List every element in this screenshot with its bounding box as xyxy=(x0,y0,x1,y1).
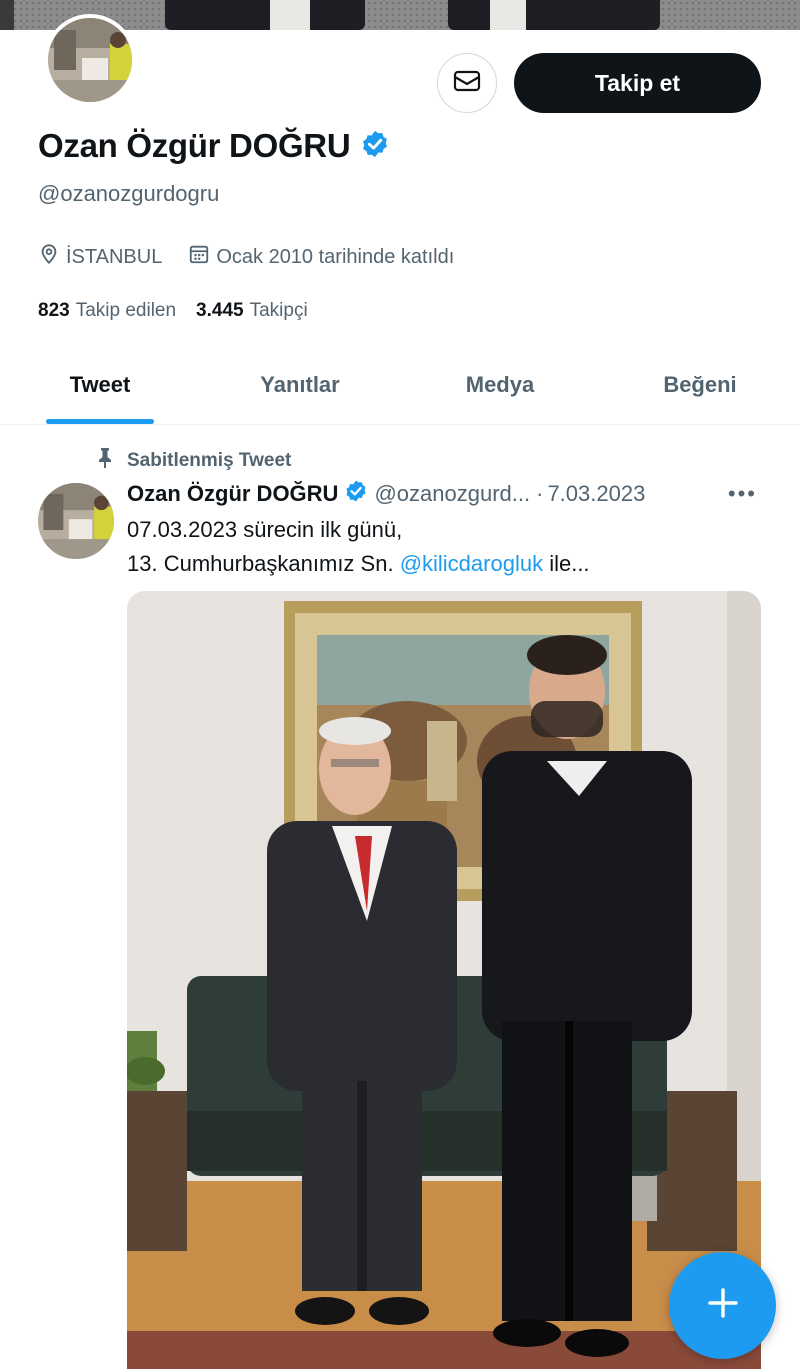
tab-likes[interactable]: Beğeni xyxy=(600,345,800,424)
tab-replies[interactable]: Yanıtlar xyxy=(200,345,400,424)
follow-counts: 823 Takip edilen 3.445 Takipçi xyxy=(38,300,328,322)
location-item: İSTANBUL xyxy=(38,243,162,271)
tweet-text: 07.03.2023 sürecin ilk günü, 13. Cumhurb… xyxy=(127,513,767,581)
followers-link[interactable]: 3.445 Takipçi xyxy=(196,300,308,322)
tweet-author-name[interactable]: Ozan Özgür DOĞRU xyxy=(127,481,338,507)
tweet-line-2: 13. Cumhurbaşkanımız Sn. @kilicdarogluk … xyxy=(127,547,767,581)
tab-replies-label: Yanıtlar xyxy=(260,371,340,397)
following-label: Takip edilen xyxy=(75,300,177,321)
profile-handle: @ozanozgurdogru xyxy=(38,181,220,206)
follow-button[interactable]: Takip et xyxy=(514,53,761,113)
pinned-label: Sabitlenmiş Tweet xyxy=(127,450,292,471)
tweet-header: Ozan Özgür DOĞRU @ozanozgurd... · 7.03.2… xyxy=(127,479,767,509)
mention-link[interactable]: @kilicdarogluk xyxy=(400,551,543,576)
tab-tweet-label: Tweet xyxy=(69,371,131,397)
more-options-icon[interactable]: ••• xyxy=(728,481,767,507)
tweet-line-2-prefix: 13. Cumhurbaşkanımız Sn. xyxy=(127,551,400,576)
tab-media[interactable]: Medya xyxy=(400,345,600,424)
plus-icon xyxy=(705,1285,741,1326)
envelope-icon xyxy=(453,69,481,98)
profile-avatar[interactable] xyxy=(44,14,136,106)
active-tab-indicator xyxy=(46,419,154,424)
tweet-author-handle: @ozanozgurd... xyxy=(374,481,531,506)
tweet-line-1: 07.03.2023 sürecin ilk günü, xyxy=(127,517,403,542)
tweet-photo[interactable] xyxy=(127,591,761,1369)
pin-icon xyxy=(95,447,115,475)
following-link[interactable]: 823 Takip edilen xyxy=(38,300,176,322)
compose-tweet-button[interactable] xyxy=(669,1252,776,1359)
calendar-icon xyxy=(188,243,210,271)
tweet-line-2-suffix: ile... xyxy=(543,551,590,576)
tweet-author-avatar[interactable] xyxy=(38,483,114,559)
following-count: 823 xyxy=(38,300,70,321)
verified-badge-icon[interactable] xyxy=(360,129,390,164)
tab-tweet[interactable]: Tweet xyxy=(0,345,200,424)
location-text: İSTANBUL xyxy=(66,245,163,268)
tweet-separator: · xyxy=(536,481,544,506)
followers-label: Takipçi xyxy=(249,300,308,321)
profile-meta: İSTANBUL Ocak 2010 tarihinde katıldı xyxy=(38,243,480,271)
joined-item: Ocak 2010 tarihinde katıldı xyxy=(188,243,454,271)
followers-count: 3.445 xyxy=(196,300,244,321)
profile-name: Ozan Özgür DOĞRU xyxy=(38,127,351,164)
tab-likes-label: Beğeni xyxy=(663,371,737,397)
pinned-indicator: Sabitlenmiş Tweet xyxy=(95,447,291,475)
message-button[interactable] xyxy=(437,53,497,113)
joined-text: Ocak 2010 tarihinde katıldı xyxy=(216,245,455,268)
tweet-date[interactable]: 7.03.2023 xyxy=(547,481,645,507)
verified-badge-icon[interactable] xyxy=(344,479,368,509)
profile-tabs: Tweet Yanıtlar Medya Beğeni xyxy=(0,345,800,425)
location-pin-icon xyxy=(38,243,60,271)
tab-media-label: Medya xyxy=(465,371,535,397)
profile-name-row: Ozan Özgür DOĞRU xyxy=(38,127,390,165)
